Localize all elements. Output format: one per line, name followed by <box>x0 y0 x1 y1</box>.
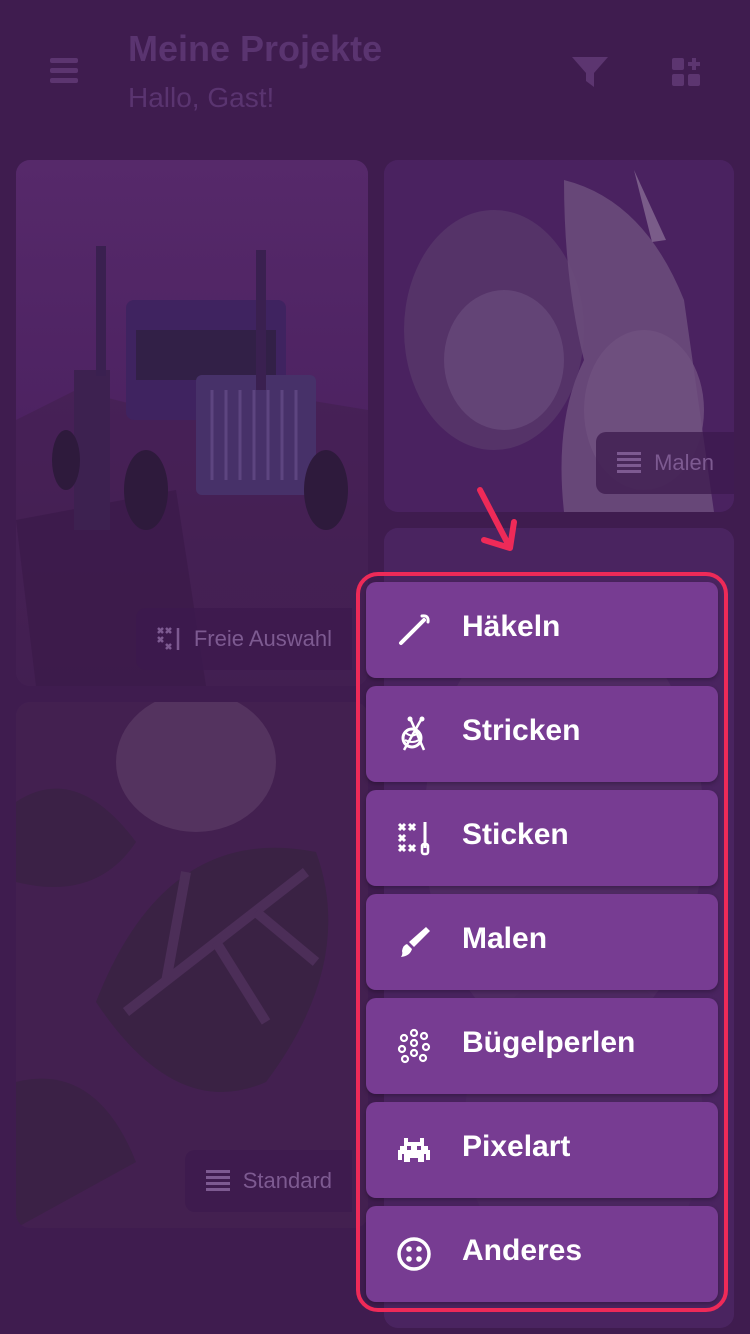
yarn-ball-icon <box>401 716 426 751</box>
menu-item-label: Anderes <box>462 1234 583 1267</box>
menu-item-label: Häkeln <box>462 610 561 643</box>
menu-item-stricken[interactable]: Stricken <box>366 686 718 782</box>
menu-item-pixelart[interactable]: Pixelart <box>366 1102 718 1198</box>
menu-item-malen[interactable]: Malen <box>366 894 718 990</box>
hamburger-menu-icon[interactable] <box>50 58 78 86</box>
rows-icon <box>617 452 642 473</box>
menu-item-label: Bügelperlen <box>462 1026 636 1059</box>
button-icon <box>397 1237 431 1271</box>
card-category-label: Malen <box>654 450 714 475</box>
beads-icon <box>397 1028 431 1064</box>
menu-item-anderes[interactable]: Anderes <box>366 1206 718 1302</box>
card-category-badge: Standard <box>184 1150 352 1212</box>
app-header: Meine Projekte Hallo, Gast! <box>0 0 750 150</box>
menu-item-sticken[interactable]: Sticken <box>366 790 718 886</box>
project-card[interactable]: Standard <box>16 702 368 1228</box>
page-title: Meine Projekte <box>128 28 383 69</box>
card-category-label: Standard <box>242 1168 332 1193</box>
project-card[interactable]: Malen <box>384 160 734 512</box>
page-subtitle: Hallo, Gast! <box>128 82 275 113</box>
crochet-hook-icon <box>399 614 430 645</box>
menu-item-label: Sticken <box>462 818 569 851</box>
space-invader-icon <box>398 1138 430 1162</box>
menu-item-haekeln[interactable]: Häkeln <box>366 582 718 678</box>
menu-item-label: Malen <box>462 922 548 955</box>
paintbrush-icon <box>401 927 430 957</box>
filter-icon[interactable] <box>570 55 610 89</box>
menu-item-label: Stricken <box>462 714 581 747</box>
project-card[interactable]: Freie Auswahl <box>16 160 368 686</box>
card-category-badge: Freie Auswahl <box>135 608 352 670</box>
pointer-arrow-icon <box>477 487 517 551</box>
card-category-badge: Malen <box>596 432 734 494</box>
add-grid-icon[interactable] <box>670 56 702 88</box>
menu-item-buegelperlen[interactable]: Bügelperlen <box>366 998 718 1094</box>
card-category-label: Freie Auswahl <box>193 626 332 651</box>
cross-stitch-icon <box>397 822 430 856</box>
cross-stitch-icon <box>156 627 180 650</box>
menu-item-label: Pixelart <box>462 1130 571 1163</box>
rows-icon <box>205 1170 230 1191</box>
